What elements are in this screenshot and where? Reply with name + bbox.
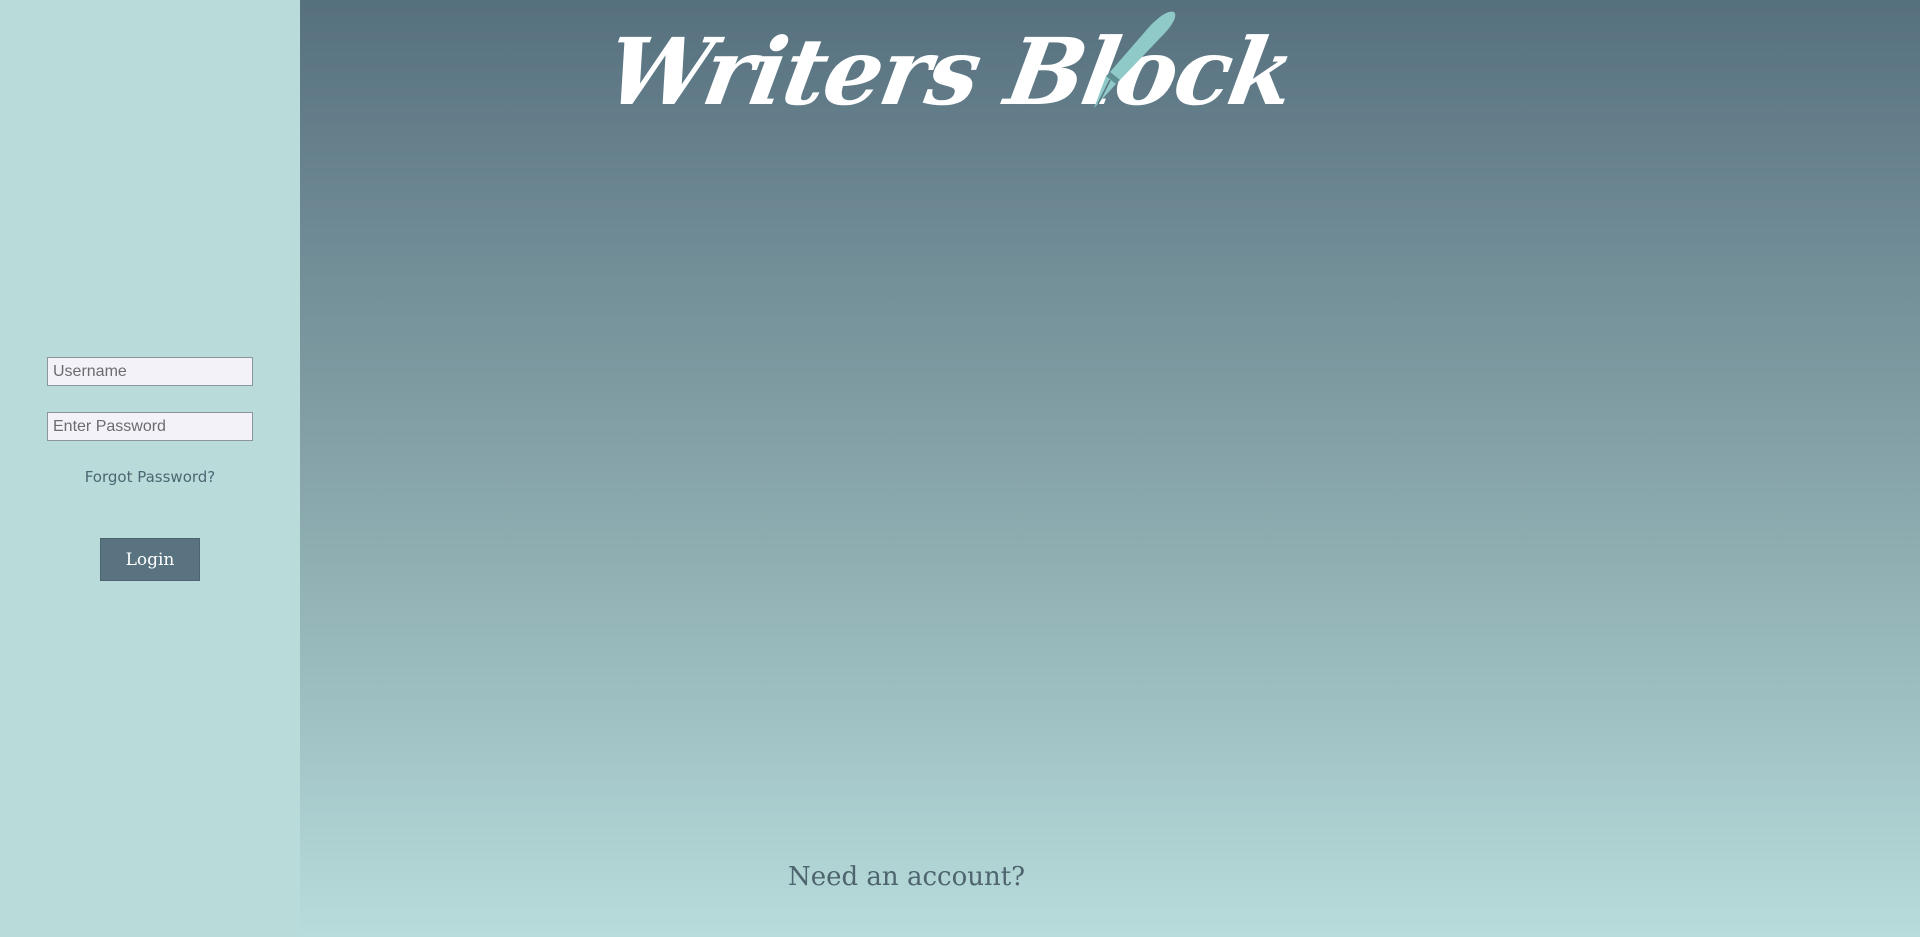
password-input[interactable] xyxy=(47,412,253,441)
main-panel: Writers Block Need an account? xyxy=(300,0,1920,937)
forgot-password-link[interactable]: Forgot Password? xyxy=(0,468,300,486)
login-sidebar: Forgot Password? Login xyxy=(0,0,300,937)
fountain-pen-icon xyxy=(1094,11,1176,108)
login-button[interactable]: Login xyxy=(100,538,200,581)
page: Forgot Password? Login Writers Block Nee… xyxy=(0,0,1920,937)
username-input[interactable] xyxy=(47,357,253,386)
brand-logo: Writers Block xyxy=(598,18,1302,126)
need-account-link[interactable]: Need an account? xyxy=(788,862,1025,892)
